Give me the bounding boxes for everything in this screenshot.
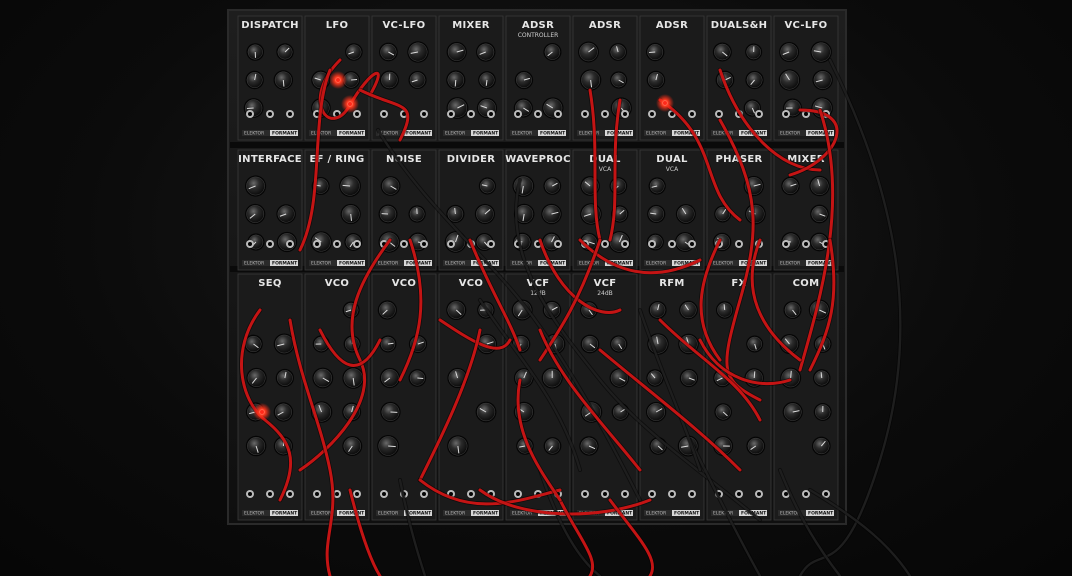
module-panel: DUALS&HELEKTOR FORMANT [706, 15, 772, 141]
brand-label-right: FORMANT [607, 131, 633, 137]
module-title: ADSR [522, 20, 554, 31]
brand-label-right: FORMANT [272, 511, 298, 517]
brand-label-right: FORMANT [808, 511, 834, 517]
module-title: RFM [659, 278, 684, 289]
module-panel: DISPATCH ELEKTOR FORMANT [237, 15, 303, 141]
module-panel: ADSRELEKTOR FORMANT [572, 15, 638, 141]
module-title: DUALS&H [711, 20, 768, 31]
brand-label-right: FORMANT [339, 511, 365, 517]
module-subtitle: CONTROLLER [518, 32, 559, 39]
module-panel: INTERFACE ELEKTOR FORMANT [237, 149, 303, 271]
module-panel: ADSRELEKTOR FORMANT [639, 15, 705, 141]
module-title: LFO [326, 20, 349, 31]
brand-label-left: ELEKTOR [780, 131, 800, 137]
brand-label-left: ELEKTOR [646, 261, 666, 267]
brand-label-left: ELEKTOR [713, 261, 733, 267]
brand-label-right: FORMANT [272, 131, 298, 137]
module-panel: DUALVCAELEKTOR FORMANT [572, 149, 638, 271]
module-panel: DUALVCAELEKTOR FORMANT [639, 149, 705, 271]
module-title: ADSR [589, 20, 621, 31]
brand-label-right: FORMANT [808, 261, 834, 267]
module-title: SEQ [258, 278, 281, 289]
module-panel: MIXER ELEKTOR FORMANT [438, 15, 504, 141]
module-title: VCF [594, 278, 617, 289]
brand-label-right: FORMANT [808, 131, 834, 137]
brand-label-left: ELEKTOR [445, 511, 465, 517]
brand-label-left: ELEKTOR [646, 511, 666, 517]
module-subtitle: VCA [666, 166, 679, 173]
module-panel: VCF12dBELEKTOR FORMANT [505, 273, 571, 521]
module-panel: ADSRCONTROLLER ELEKTOR FORMANT [505, 15, 571, 141]
module-title: INTERFACE [238, 154, 302, 165]
brand-label-left: ELEKTOR [311, 261, 331, 267]
module-title: DISPATCH [241, 20, 299, 31]
brand-label-right: FORMANT [272, 261, 298, 267]
brand-label-left: ELEKTOR [378, 261, 398, 267]
module-panel: VC-LFO ELEKTOR FORMANT [773, 15, 839, 141]
brand-label-left: ELEKTOR [512, 131, 532, 137]
module-title: VCO [325, 278, 349, 289]
brand-label-left: ELEKTOR [378, 511, 398, 517]
module-panel: VCO ELEKTOR FORMANT [438, 273, 504, 521]
brand-label-left: ELEKTOR [445, 131, 465, 137]
module-title: DUAL [656, 154, 688, 165]
module-title: MIXER [452, 20, 489, 31]
module-title: NOISE [386, 154, 422, 165]
module-title: VCO [459, 278, 483, 289]
brand-label-right: FORMANT [339, 261, 365, 267]
brand-label-left: ELEKTOR [244, 511, 264, 517]
module-title: DIVIDER [447, 154, 495, 165]
module-title: WAVEPROC [505, 154, 570, 165]
module-subtitle: 24dB [597, 290, 613, 297]
module-title: COM [793, 278, 820, 289]
module-title: ADSR [656, 20, 688, 31]
brand-label-left: ELEKTOR [512, 261, 532, 267]
brand-label-right: FORMANT [473, 131, 499, 137]
module-panel: VCO ELEKTOR FORMANT [304, 273, 370, 521]
brand-label-right: FORMANT [540, 131, 566, 137]
brand-label-left: ELEKTOR [244, 261, 264, 267]
module-subtitle: VCA [599, 166, 612, 173]
modular-synth-photo: DISPATCHELEKTOR FORMANTLFOELEKTOR FORMANTV… [227, 9, 912, 576]
brand-label-left: ELEKTOR [311, 131, 331, 137]
brand-label-left: ELEKTOR [780, 261, 800, 267]
module-title: VC-LFO [785, 20, 828, 31]
brand-label-right: FORMANT [473, 511, 499, 517]
module-title: VCO [392, 278, 416, 289]
module-panel: VC-LFOELEKTOR FORMANT [371, 15, 437, 141]
brand-label-left: ELEKTOR [445, 261, 465, 267]
module-panel: DIVIDERELEKTOR FORMANT [438, 149, 504, 271]
brand-label-right: FORMANT [406, 131, 432, 137]
brand-label-left: ELEKTOR [311, 511, 331, 517]
brand-label-left: ELEKTOR [244, 131, 264, 137]
module-title: VC-LFO [383, 20, 426, 31]
brand-label-right: FORMANT [674, 511, 700, 517]
brand-label-left: ELEKTOR [646, 131, 666, 137]
rack-rail [230, 142, 844, 148]
brand-label-right: FORMANT [339, 131, 365, 137]
